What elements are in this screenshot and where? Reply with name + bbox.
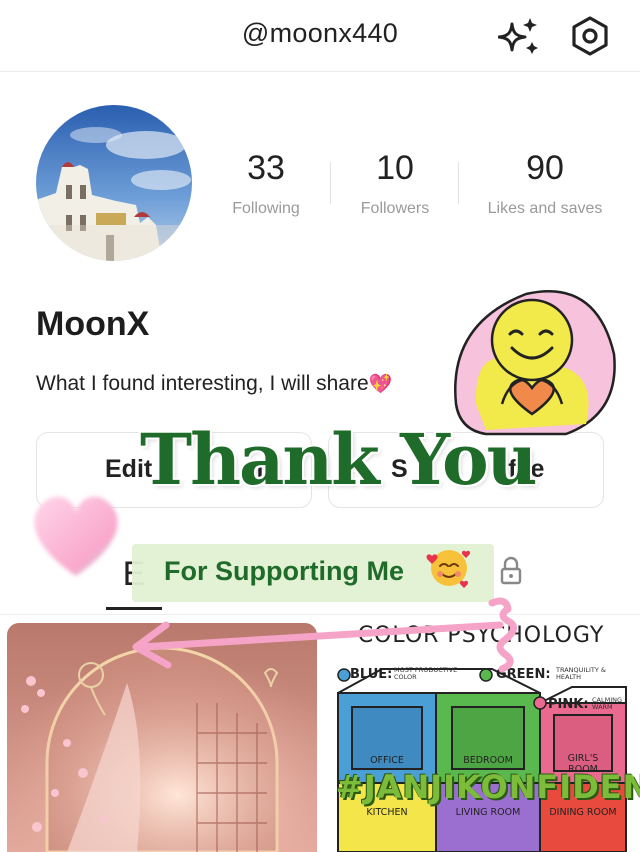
blue-note: MOST PRODUCTIVE COLOR — [394, 666, 458, 681]
likes-label: Likes and saves — [487, 200, 603, 217]
followers-count: 10 — [376, 149, 414, 187]
supporting-overlay: For Supporting Me — [164, 550, 471, 588]
tab-indicator — [106, 607, 162, 610]
hashtag-overlay: #JANJIKONFIDEN — [336, 768, 640, 806]
supporting-text: For Supporting Me — [164, 556, 404, 586]
room-dining: DINING ROOM — [549, 807, 617, 818]
sparkling-heart-emoji: 💖 — [368, 374, 393, 395]
bio-text: What I found interesting, I will share — [36, 372, 369, 395]
smiley-heart-sticker — [454, 289, 616, 436]
tabs-divider — [0, 614, 640, 615]
profile-name: MoonX — [36, 305, 150, 343]
post-image-1 — [7, 623, 317, 852]
settings-icon[interactable] — [568, 14, 612, 58]
green-label: GREEN: — [496, 667, 551, 682]
room-bedroom: BEDROOM — [463, 755, 513, 766]
top-bar: @moonx440 — [0, 0, 640, 72]
stat-likes-saves[interactable]: 90 Likes and saves — [478, 148, 612, 218]
sparkle-icon[interactable] — [498, 16, 540, 56]
profile-bio: What I found interesting, I will share💖 — [36, 372, 392, 396]
likes-count: 90 — [526, 149, 564, 187]
stat-following[interactable]: 33 Following — [224, 148, 308, 218]
profile-handle: @moonx440 — [241, 18, 399, 48]
post-card-2[interactable]: COLOR PSYCHOLOGY BLUE: MOST PRODUCTIVE C… — [322, 623, 640, 852]
smiling-face-with-hearts-emoji — [426, 550, 471, 588]
pink-label: PINK: — [548, 697, 589, 712]
room-living: LIVING ROOM — [455, 807, 521, 818]
room-kitchen: KITCHEN — [366, 807, 408, 818]
following-count: 33 — [247, 149, 285, 187]
thank-you-overlay: Thank You — [140, 418, 538, 501]
room-office: OFFICE — [370, 755, 404, 766]
green-note: TRANQUILITY & HEALTH — [556, 666, 606, 681]
stat-divider — [330, 162, 331, 204]
pink-heart-sticker — [34, 496, 118, 576]
lock-icon[interactable] — [492, 555, 528, 591]
stat-followers[interactable]: 10 Followers — [350, 148, 440, 218]
blue-label: BLUE: — [350, 667, 393, 682]
stat-divider — [458, 162, 459, 204]
following-label: Following — [232, 200, 300, 217]
followers-label: Followers — [360, 200, 430, 217]
pink-note: CALMING WARM — [592, 696, 623, 711]
avatar[interactable] — [36, 105, 192, 261]
post-card-1[interactable] — [7, 623, 317, 852]
